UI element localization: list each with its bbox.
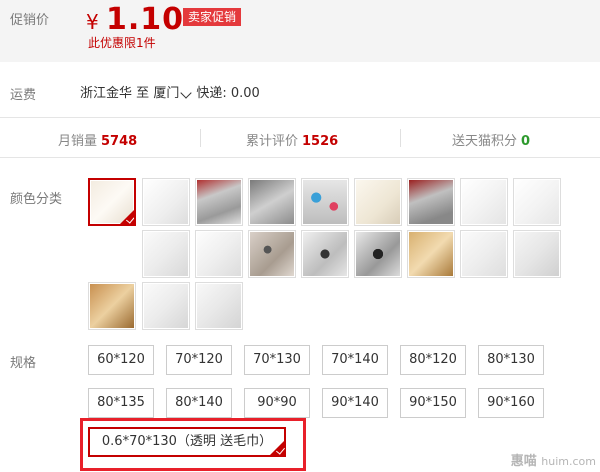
divider (400, 129, 401, 147)
stat-label[interactable]: 累计评价 (246, 134, 298, 149)
promo-section: 促销价 ¥ 1.10 卖家促销 此优惠限1件 (0, 0, 600, 62)
promo-limit-text: 此优惠限1件 (88, 36, 156, 50)
size-option-label[interactable]: 70*130 (253, 352, 301, 367)
swatch-image (409, 180, 453, 224)
color-swatch[interactable] (142, 230, 190, 278)
watermark: 惠喵 huim.com (511, 450, 596, 469)
stat-value: 5748 (101, 134, 138, 149)
color-swatch[interactable] (460, 178, 508, 226)
size-option[interactable]: 90*150 (400, 388, 466, 418)
swatch-image (303, 180, 347, 224)
shipping-label: 运费 (10, 88, 37, 103)
color-swatch[interactable] (513, 230, 561, 278)
color-category-label: 颜色分类 (10, 192, 63, 207)
color-swatch[interactable] (88, 178, 136, 226)
size-option-label[interactable]: 80*140 (175, 395, 223, 410)
stats-bar: 月销量 5748 累计评价 1526 送天猫积分 0 (0, 117, 600, 158)
size-option-label[interactable]: 90*140 (331, 395, 379, 410)
swatch-image (197, 180, 241, 224)
shipping-to-word: 至 (136, 86, 150, 101)
shipping-method: 快递: 0.00 (196, 86, 260, 101)
size-option[interactable]: 80*140 (166, 388, 232, 418)
size-option-label[interactable]: 90*150 (409, 395, 457, 410)
stat-monthly-sales: 月销量 5748 (58, 130, 137, 149)
shipping-info: 浙江金华 至 厦门 快递: 0.00 (80, 82, 260, 101)
size-option[interactable]: 70*130 (244, 345, 310, 375)
currency-symbol: ¥ (86, 10, 99, 34)
stat-label: 月销量 (58, 134, 98, 149)
swatch-image (515, 180, 559, 224)
size-option-label[interactable]: 90*90 (257, 395, 297, 410)
stat-label: 送天猫积分 (452, 134, 518, 149)
selected-check-icon (120, 210, 134, 224)
color-swatch[interactable] (407, 178, 455, 226)
swatch-image (515, 232, 559, 276)
promo-price-label: 促销价 (10, 13, 50, 28)
color-swatch[interactable] (195, 282, 243, 330)
size-option[interactable]: 70*140 (322, 345, 388, 375)
size-option[interactable]: 70*120 (166, 345, 232, 375)
size-option-label[interactable]: 60*120 (97, 352, 145, 367)
size-option-label[interactable]: 80*135 (97, 395, 145, 410)
destination-selector[interactable]: 厦门 (153, 86, 196, 101)
size-option[interactable]: 90*90 (244, 388, 310, 418)
swatch-image (90, 284, 134, 328)
size-option[interactable]: 80*120 (400, 345, 466, 375)
color-swatch[interactable] (354, 178, 402, 226)
swatch-image (197, 284, 241, 328)
color-swatch[interactable] (195, 178, 243, 226)
color-swatch[interactable] (301, 178, 349, 226)
size-option[interactable]: 80*130 (478, 345, 544, 375)
size-option-label[interactable]: 90*160 (487, 395, 535, 410)
shipping-destination[interactable]: 厦门 (153, 86, 179, 101)
swatch-image (144, 232, 188, 276)
swatch-image (250, 232, 294, 276)
color-swatch[interactable] (407, 230, 455, 278)
stat-value[interactable]: 1526 (302, 134, 338, 149)
size-option[interactable]: 90*160 (478, 388, 544, 418)
chevron-down-icon[interactable] (180, 86, 192, 99)
color-swatch[interactable] (513, 178, 561, 226)
swatch-image (144, 284, 188, 328)
size-option-label[interactable]: 70*140 (331, 352, 379, 367)
color-swatch[interactable] (248, 230, 296, 278)
size-option-label[interactable]: 70*120 (175, 352, 223, 367)
stat-value: 0 (521, 134, 531, 149)
seller-promo-badge: 卖家促销 (183, 8, 242, 26)
size-option[interactable]: 60*120 (88, 345, 154, 375)
size-option[interactable]: 90*140 (322, 388, 388, 418)
divider (200, 129, 201, 147)
watermark-sub: huim.com (541, 455, 596, 468)
stat-reviews[interactable]: 累计评价 1526 (246, 130, 338, 149)
price-value: 1.10 (106, 2, 185, 37)
swatch-image (356, 180, 400, 224)
shipping-origin: 浙江金华 (80, 86, 133, 101)
color-swatch[interactable] (88, 282, 136, 330)
swatch-image (144, 180, 188, 224)
watermark-main: 惠喵 (510, 454, 537, 469)
swatch-image (409, 232, 453, 276)
size-option-label[interactable]: 80*120 (409, 352, 457, 367)
size-option[interactable]: 80*135 (88, 388, 154, 418)
size-option-label[interactable]: 80*130 (487, 352, 535, 367)
color-swatch[interactable] (354, 230, 402, 278)
swatch-image (462, 232, 506, 276)
color-swatch[interactable] (301, 230, 349, 278)
color-swatch[interactable] (142, 178, 190, 226)
swatch-image (462, 180, 506, 224)
swatch-image (303, 232, 347, 276)
stat-tmall-points: 送天猫积分 0 (452, 130, 530, 149)
swatch-image (197, 232, 241, 276)
color-swatch[interactable] (195, 230, 243, 278)
size-spec-label: 规格 (10, 356, 37, 371)
swatch-image (356, 232, 400, 276)
selected-option-highlight (80, 418, 306, 471)
color-swatch[interactable] (460, 230, 508, 278)
color-swatch[interactable] (142, 282, 190, 330)
swatch-image (250, 180, 294, 224)
color-swatch[interactable] (248, 178, 296, 226)
